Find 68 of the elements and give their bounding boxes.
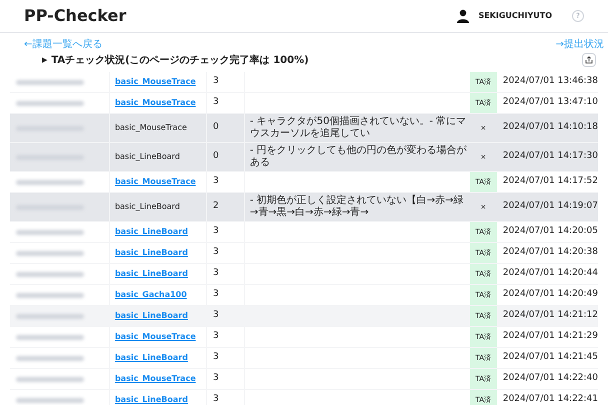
- score-cell-text: 3: [212, 309, 219, 322]
- timestamp-cell-text: 2024/07/01 14:19:07: [502, 200, 598, 214]
- timestamp-cell-text: 2024/07/01 13:46:38: [502, 75, 598, 88]
- score-cell: 3: [212, 393, 219, 405]
- timestamp-cell-text: 2024/07/01 14:17:52: [502, 175, 598, 188]
- task-name: basic_LineBoard: [114, 201, 180, 213]
- task-link[interactable]: basic_LineBoard: [114, 394, 188, 405]
- timestamp-cell-text: 2024/07/01 14:21:29: [502, 330, 598, 344]
- score-cell-text: 3: [212, 75, 219, 88]
- share-icon: [585, 56, 593, 64]
- user-name: SEKIGUCHIYUTO: [478, 10, 552, 22]
- back-link[interactable]: ←課題一覧へ戻る: [24, 37, 102, 52]
- task-link[interactable]: basic_Gacha100: [114, 289, 187, 301]
- score-cell-text: 3: [212, 351, 219, 364]
- task-link[interactable]: basic_LineBoard: [114, 310, 188, 322]
- export-button[interactable]: [582, 53, 596, 67]
- blurred-text: [16, 180, 84, 184]
- score-cell-text: 0: [212, 150, 219, 164]
- blurred-text: [16, 356, 84, 360]
- blurred-text: [16, 334, 84, 340]
- blurred-text: [16, 80, 84, 84]
- blurred-text: [16, 230, 84, 234]
- task-link[interactable]: basic_MouseTrace: [114, 76, 196, 88]
- task-link[interactable]: basic_LineBoard: [114, 352, 188, 364]
- timestamp-cell-text: 2024/07/01 14:21:12: [502, 309, 598, 322]
- timestamp-cell-text: 2024/07/01 14:22:40: [502, 372, 598, 386]
- task-name: basic_MouseTrace: [114, 122, 187, 134]
- score-cell-text: 3: [212, 246, 219, 260]
- score-cell-text: 3: [212, 267, 219, 280]
- score-cell-text: 3: [212, 175, 219, 188]
- timestamp-cell: 2024/07/01 14:22:41: [502, 393, 598, 405]
- comment-cell-text: - キャラクタが50個描画されていない。- 常にマウスカーソルを追尾してい: [250, 114, 468, 141]
- task-link[interactable]: basic_LineBoard: [114, 226, 188, 238]
- blurred-text: [16, 376, 84, 382]
- task-link[interactable]: basic_MouseTrace: [114, 97, 196, 109]
- blurred-text: [16, 398, 84, 402]
- score-cell-text: 3: [212, 96, 219, 110]
- blurred-text: [16, 272, 84, 276]
- timestamp-cell-text: 2024/07/01 14:21:45: [502, 351, 598, 364]
- blurred-text: [16, 100, 84, 106]
- timestamp-cell-text: 2024/07/01 14:20:44: [502, 267, 598, 280]
- task-link[interactable]: basic_MouseTrace: [114, 373, 196, 385]
- blurred-text: [16, 292, 84, 298]
- check-status-summary: TAチェック状況(このページのチェック完了率は 100%): [51, 53, 309, 68]
- timestamp-cell-text: 2024/07/01 14:10:18: [502, 121, 598, 134]
- timestamp-cell-text: 2024/07/01 14:20:49: [502, 288, 598, 302]
- score-cell-text: 2: [212, 200, 219, 214]
- timestamp-cell-text: 2024/07/01 14:17:30: [502, 150, 598, 164]
- comment-cell-text: - 初期色が正しく設定されていない【白→赤→緑→青→黒→白→赤→緑→青→: [250, 194, 464, 220]
- task-name: basic_LineBoard: [114, 151, 180, 163]
- task-link[interactable]: basic_MouseTrace: [114, 331, 196, 343]
- task-link[interactable]: basic_LineBoard: [114, 247, 188, 259]
- blurred-text: [16, 314, 84, 318]
- submission-status-link[interactable]: →提出状況: [556, 37, 604, 52]
- score-cell-text: 3: [212, 330, 219, 344]
- score-cell-text: 3: [212, 225, 219, 238]
- blurred-text: [16, 250, 84, 256]
- timestamp-cell-text: 2024/07/01 13:47:10: [502, 96, 598, 110]
- timestamp-cell-text: 2024/07/01 14:20:05: [502, 225, 598, 238]
- timestamp-cell-text: 2024/07/01 14:20:38: [502, 246, 598, 260]
- app-title: PP-Checker: [24, 5, 126, 27]
- comment-cell-text: - 円をクリックしても他の円の色が変わる場合がある: [250, 144, 468, 170]
- task-link[interactable]: basic_MouseTrace: [114, 176, 196, 188]
- score-cell-text: 0: [212, 121, 219, 134]
- score-cell-text: 3: [212, 372, 219, 386]
- user-icon: [456, 9, 470, 23]
- score-cell-text: 3: [212, 288, 219, 302]
- task-link[interactable]: basic_LineBoard: [114, 268, 188, 280]
